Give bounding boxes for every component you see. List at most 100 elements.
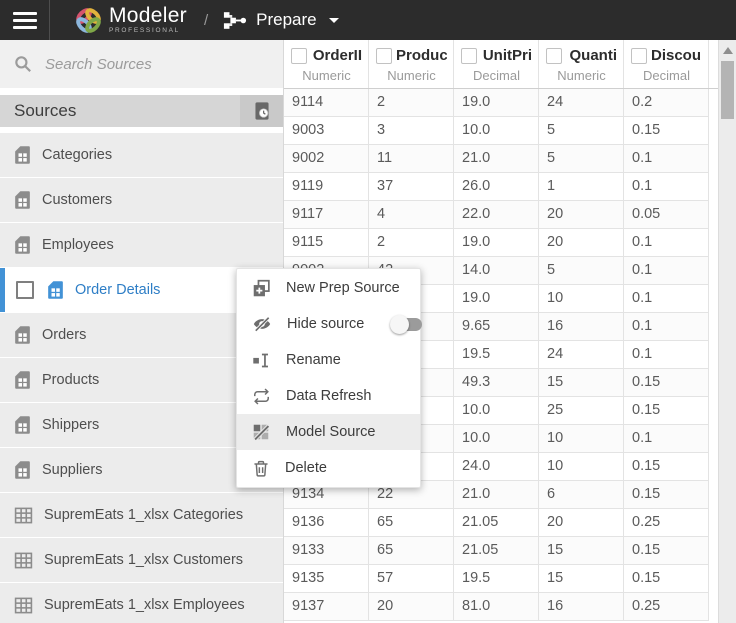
table-cell: 2 (369, 229, 454, 257)
scroll-up-icon[interactable] (723, 47, 733, 54)
column-name: OrderII (313, 47, 362, 64)
table-cell: 3 (369, 117, 454, 145)
eye-off-icon (252, 314, 272, 334)
app-title: Modeler (109, 5, 187, 26)
table-cell: 9114 (284, 89, 369, 117)
table-cell: 10.0 (454, 117, 539, 145)
column-checkbox[interactable] (291, 48, 307, 64)
table-header-row: OrderIINumeric Produc Numeric UnitPriDecima… (284, 40, 718, 89)
sources-section-title: Sources (14, 101, 76, 121)
table-cell: 21.05 (454, 537, 539, 565)
source-table-icon (14, 235, 31, 255)
table-cell: 10.0 (454, 425, 539, 453)
data-refresh-schedule-button[interactable] (240, 95, 283, 127)
sidebar-item-customers[interactable]: Customers (0, 178, 283, 222)
column-header-quanti: QuantiNumeric (539, 40, 624, 88)
table-cell: 0.15 (624, 397, 709, 425)
table-cell: 2 (369, 89, 454, 117)
table-row: 9114219.0240.2 (284, 89, 718, 117)
table-cell: 10 (539, 425, 624, 453)
source-checkbox[interactable] (16, 281, 34, 299)
table-cell: 11 (369, 145, 454, 173)
menu-item-data-refresh[interactable]: Data Refresh (237, 378, 420, 414)
table-cell: 21.05 (454, 509, 539, 537)
hide-source-toggle[interactable] (392, 318, 422, 331)
table-cell: 9135 (284, 565, 369, 593)
column-name: Produc (396, 47, 447, 64)
menu-item-label: Data Refresh (286, 388, 371, 404)
table-cell: 9.65 (454, 313, 539, 341)
table-cell: 15 (539, 565, 624, 593)
table-row: 91355719.5150.15 (284, 565, 718, 593)
table-cell: 26.0 (454, 173, 539, 201)
new-prep-source-icon (252, 279, 271, 298)
column-checkbox[interactable] (461, 48, 477, 64)
table-row: 91193726.010.1 (284, 173, 718, 201)
menu-item-delete[interactable]: Delete (237, 450, 420, 486)
table-cell: 0.15 (624, 369, 709, 397)
table-cell: 25 (539, 397, 624, 425)
sources-section-header: Sources (0, 95, 283, 127)
search-input[interactable] (43, 55, 253, 74)
table-cell: 65 (369, 509, 454, 537)
prepare-icon (223, 11, 247, 30)
column-checkbox[interactable] (546, 48, 562, 64)
sidebar-item-categories[interactable]: Categories (0, 133, 283, 177)
source-table-icon (14, 415, 31, 435)
menu-item-new-prep-source[interactable]: New Prep Source (237, 270, 420, 306)
menu-item-hide-source[interactable]: Hide source (237, 306, 420, 342)
sidebar-item-supremeats-1-xlsx-customers[interactable]: SupremEats 1_xlsx Customers (0, 538, 283, 582)
column-type: Numeric (546, 68, 617, 83)
menu-item-model-source[interactable]: Model Source (237, 414, 420, 450)
sidebar-item-employees[interactable]: Employees (0, 223, 283, 267)
table-cell: 0.25 (624, 593, 709, 621)
table-cell: 9117 (284, 201, 369, 229)
rename-icon (252, 351, 271, 370)
table-cell: 21.0 (454, 145, 539, 173)
table-row: 91372081.0160.25 (284, 593, 718, 621)
source-table-icon (14, 145, 31, 165)
sidebar-item-supremeats-1-xlsx-employees[interactable]: SupremEats 1_xlsx Employees (0, 583, 283, 623)
table-cell: 4 (369, 201, 454, 229)
vertical-scrollbar[interactable] (718, 40, 736, 623)
menu-item-label: Delete (285, 460, 327, 476)
table-cell: 0.15 (624, 117, 709, 145)
column-name: Discoun (651, 47, 702, 64)
table-cell: 24 (539, 89, 624, 117)
column-header-orderii: OrderIINumeric (284, 40, 369, 88)
data-refresh-icon (252, 387, 271, 406)
hamburger-menu-button[interactable] (13, 8, 37, 33)
sidebar-item-label: Customers (42, 192, 112, 208)
table-cell: 9133 (284, 537, 369, 565)
column-checkbox[interactable] (631, 48, 647, 64)
table-cell: 0.25 (624, 509, 709, 537)
table-cell: 0.05 (624, 201, 709, 229)
table-row: 90021121.050.1 (284, 145, 718, 173)
app-subtitle: PROFESSIONAL (109, 28, 187, 35)
sidebar-item-label: Orders (42, 327, 86, 343)
table-cell: 0.15 (624, 537, 709, 565)
table-cell: 14.0 (454, 257, 539, 285)
menu-item-label: Rename (286, 352, 341, 368)
table-cell: 5 (539, 257, 624, 285)
column-checkbox[interactable] (376, 48, 392, 64)
sidebar-item-label: Suppliers (42, 462, 102, 478)
table-cell: 24.0 (454, 453, 539, 481)
menu-item-rename[interactable]: Rename (237, 342, 420, 378)
table-cell: 0.1 (624, 229, 709, 257)
column-header-unitpri: UnitPriDecimal (454, 40, 539, 88)
sidebar-item-label: Order Details (75, 282, 160, 298)
menu-item-label: Hide source (287, 316, 364, 332)
scrollbar-thumb[interactable] (721, 61, 734, 119)
topbar-divider (49, 0, 50, 40)
sidebar-item-supremeats-1-xlsx-categories[interactable]: SupremEats 1_xlsx Categories (0, 493, 283, 537)
table-cell: 81.0 (454, 593, 539, 621)
view-selector[interactable]: Prepare (223, 10, 338, 30)
app-logo: Modeler PROFESSIONAL (75, 5, 187, 35)
toggle-knob (390, 315, 409, 334)
column-header-discoun: DiscounDecimal (624, 40, 709, 88)
table-cell: 9002 (284, 145, 369, 173)
table-cell: 37 (369, 173, 454, 201)
sheet-grid-icon (14, 551, 33, 570)
table-cell: 16 (539, 313, 624, 341)
